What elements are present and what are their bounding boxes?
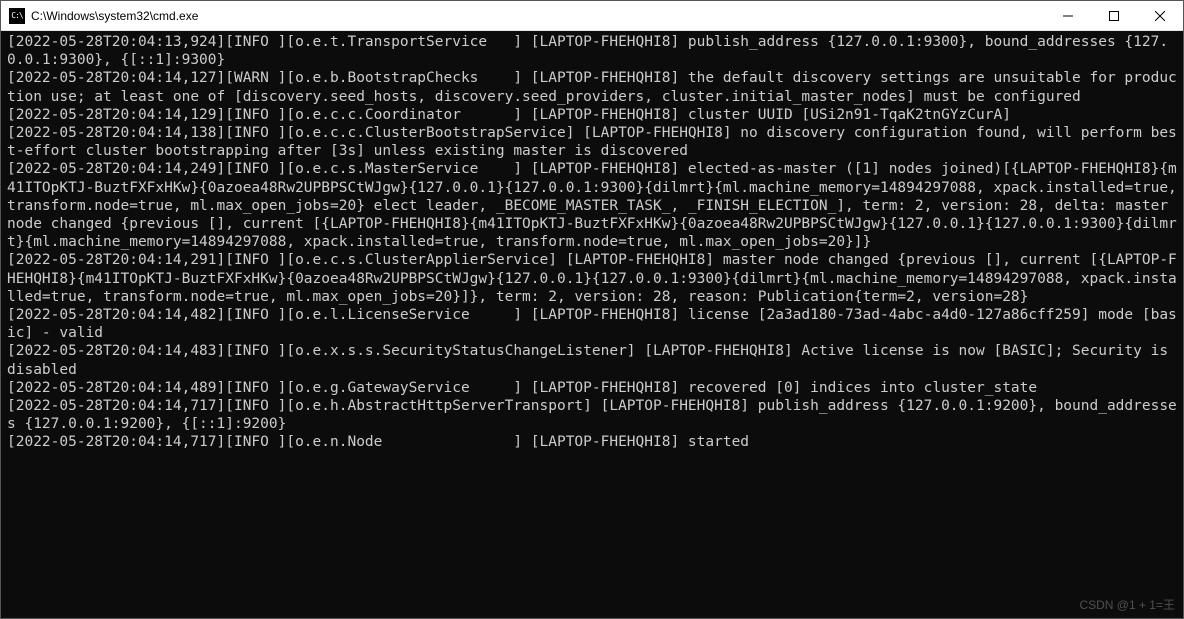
log-line: [2022-05-28T20:04:13,924][INFO ][o.e.t.T…: [7, 33, 1177, 69]
log-line: [2022-05-28T20:04:14,249][INFO ][o.e.c.s…: [7, 160, 1177, 251]
cmd-window: C:\ C:\Windows\system32\cmd.exe [2022-05…: [0, 0, 1184, 619]
minimize-icon: [1063, 11, 1073, 21]
log-line: [2022-05-28T20:04:14,129][INFO ][o.e.c.c…: [7, 106, 1177, 124]
maximize-button[interactable]: [1091, 1, 1137, 31]
watermark-text: CSDN @1 + 1=王: [1079, 596, 1175, 614]
close-button[interactable]: [1137, 1, 1183, 31]
cmd-icon: C:\: [9, 8, 25, 24]
log-line: [2022-05-28T20:04:14,138][INFO ][o.e.c.c…: [7, 124, 1177, 160]
title-bar[interactable]: C:\ C:\Windows\system32\cmd.exe: [1, 1, 1183, 31]
minimize-button[interactable]: [1045, 1, 1091, 31]
window-title: C:\Windows\system32\cmd.exe: [31, 9, 198, 23]
log-line: [2022-05-28T20:04:14,489][INFO ][o.e.g.G…: [7, 379, 1177, 397]
terminal-output[interactable]: [2022-05-28T20:04:13,924][INFO ][o.e.t.T…: [1, 31, 1183, 618]
log-line: [2022-05-28T20:04:14,717][INFO ][o.e.n.N…: [7, 433, 1177, 451]
close-icon: [1155, 11, 1165, 21]
log-line: [2022-05-28T20:04:14,127][WARN ][o.e.b.B…: [7, 69, 1177, 105]
log-line: [2022-05-28T20:04:14,483][INFO ][o.e.x.s…: [7, 342, 1177, 378]
log-line: [2022-05-28T20:04:14,291][INFO ][o.e.c.s…: [7, 251, 1177, 306]
log-line: [2022-05-28T20:04:14,717][INFO ][o.e.h.A…: [7, 397, 1177, 433]
log-line: [2022-05-28T20:04:14,482][INFO ][o.e.l.L…: [7, 306, 1177, 342]
maximize-icon: [1109, 11, 1119, 21]
